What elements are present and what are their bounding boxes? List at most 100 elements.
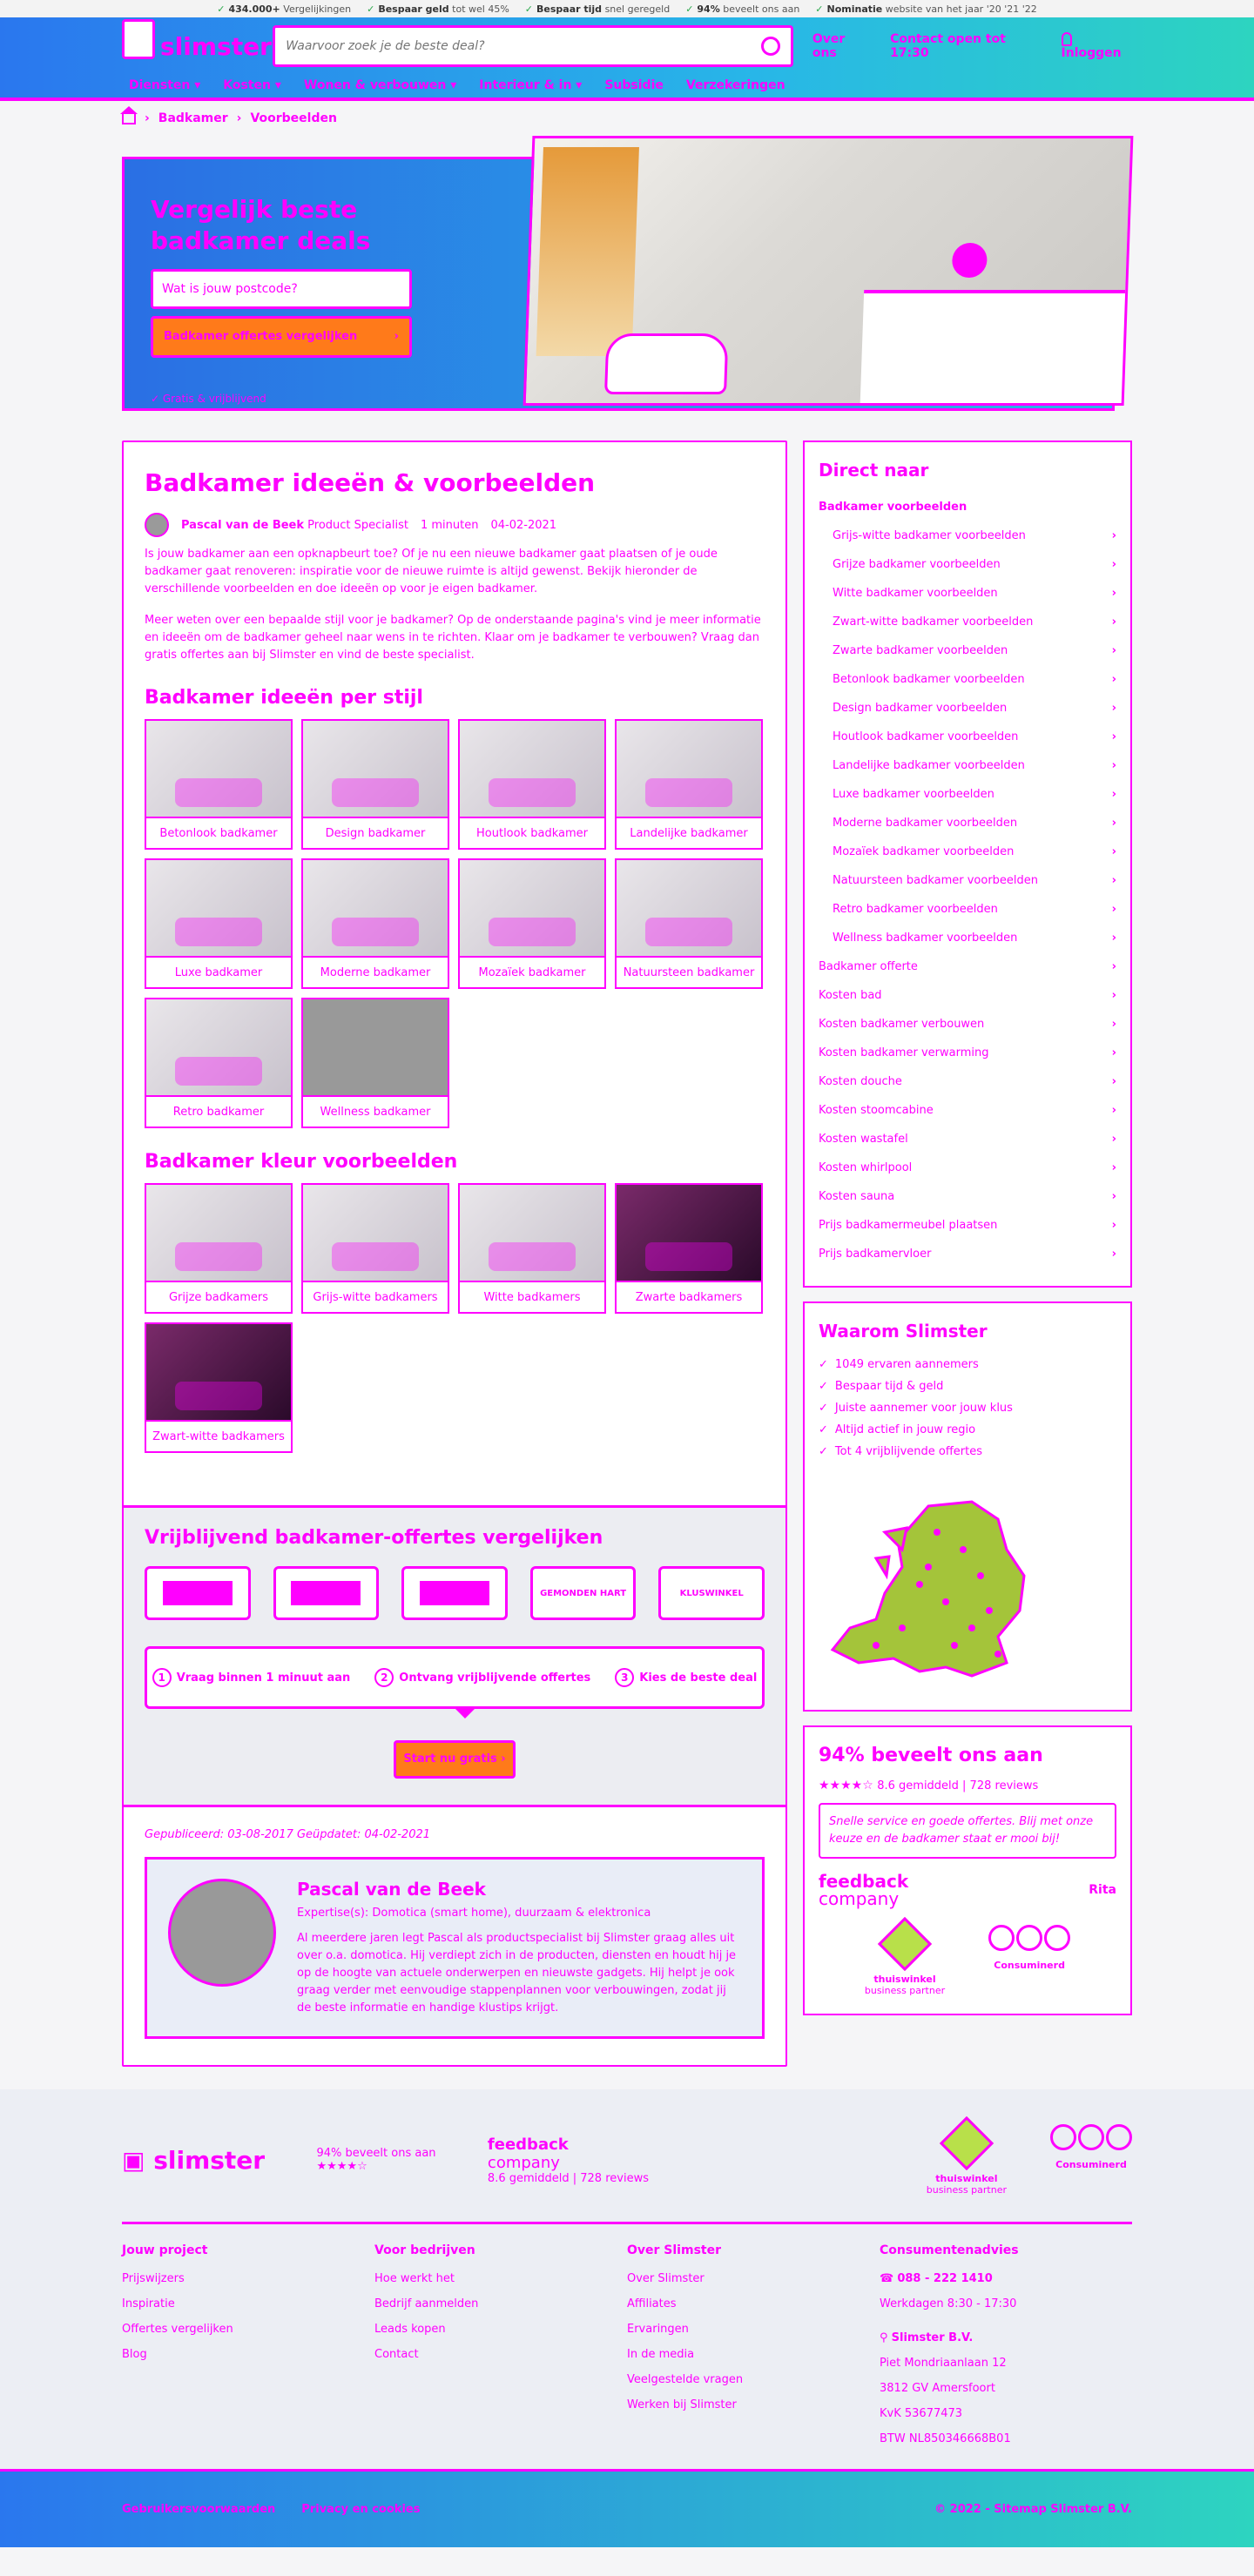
search-input[interactable] (286, 39, 761, 53)
footer-col-title: Jouw project (122, 2243, 208, 2257)
nav-wonen[interactable]: Wonen & verbouwen ▾ (304, 78, 456, 92)
consuminerd-badge[interactable]: Consuminerd (988, 1925, 1071, 1996)
login-link[interactable]: Inloggen (1061, 32, 1132, 60)
footer-link[interactable]: Offertes vergelijken (122, 2317, 374, 2342)
contact-link[interactable]: Contact open tot 17:30 (890, 32, 1042, 60)
sidebar-item[interactable]: Kosten bad › (819, 981, 1116, 1010)
sidebar-subitem[interactable]: Wellness badkamer voorbeelden › (819, 924, 1116, 952)
footer-link[interactable]: In de media (627, 2342, 880, 2367)
about-link[interactable]: Over ons (812, 32, 871, 60)
opening-hours: Werkdagen 8:30 - 17:30 (880, 2297, 1017, 2310)
sidebar-subitem[interactable]: Luxe badkamer voorbeelden › (819, 780, 1116, 809)
author-name[interactable]: Pascal van de Beek Product Specialist (181, 519, 408, 532)
sidebar-item[interactable]: Badkamer offerte › (819, 952, 1116, 981)
style-tile[interactable]: Betonlook badkamer (145, 719, 293, 850)
privacy-link[interactable]: Privacy en cookies (301, 2503, 420, 2516)
usp-item: ✓ 94% beveelt ons aan (685, 3, 800, 15)
style-tile[interactable]: Retro badkamer (145, 998, 293, 1128)
nav-subsidie[interactable]: Subsidie (604, 78, 664, 92)
sidebar-item[interactable]: Prijs badkamervloer › (819, 1240, 1116, 1268)
nav-verzekeringen[interactable]: Verzekeringen (686, 78, 785, 92)
footer-link[interactable]: Werken bij Slimster (627, 2392, 880, 2418)
sidebar-subitem[interactable]: Landelijke badkamer voorbeelden › (819, 751, 1116, 780)
footer-link[interactable]: Veelgestelde vragen (627, 2367, 880, 2392)
style-tile[interactable]: Luxe badkamer (145, 858, 293, 989)
color-tile[interactable]: Zwart-witte badkamers (145, 1322, 293, 1453)
color-tile[interactable]: Grijze badkamers (145, 1183, 293, 1314)
sidebar-item[interactable]: Kosten douche › (819, 1067, 1116, 1096)
sidebar-item[interactable]: Kosten stoomcabine › (819, 1096, 1116, 1125)
chevron-right-icon: › (394, 330, 399, 343)
sidebar-subitem[interactable]: Grijze badkamer voorbeelden › (819, 550, 1116, 579)
compare-offers-button[interactable]: Badkamer offertes vergelijken › (151, 316, 412, 358)
sidebar-subitem[interactable]: Witte badkamer voorbeelden › (819, 579, 1116, 608)
why-item: Bespaar tijd & geld (819, 1375, 1116, 1397)
postcode-field[interactable]: Wat is jouw postcode? (151, 269, 412, 309)
nav-kosten[interactable]: Kosten ▾ (223, 78, 281, 92)
sidebar-subitem[interactable]: Mozaïek badkamer voorbeelden › (819, 837, 1116, 866)
style-tile[interactable]: Mozaïek badkamer (458, 858, 606, 989)
thuiswinkel-badge[interactable]: thuiswinkel business partner (865, 1916, 945, 1996)
footer-link[interactable]: Affiliates (627, 2291, 880, 2317)
sidebar-item[interactable]: Kosten wastafel › (819, 1125, 1116, 1153)
logo[interactable]: slimster (122, 19, 273, 73)
color-tile[interactable]: Grijs-witte badkamers (301, 1183, 449, 1314)
style-tile[interactable]: Landelijke badkamer (615, 719, 763, 850)
footer-link[interactable]: Over Slimster (627, 2266, 880, 2291)
sidebar-item[interactable]: Prijs badkamermeubel plaatsen › (819, 1211, 1116, 1240)
consuminerd-badge[interactable]: Consuminerd (1050, 2124, 1132, 2196)
footer-link[interactable]: Prijswijzers (122, 2266, 374, 2291)
sidebar-item[interactable]: Kosten sauna › (819, 1182, 1116, 1211)
sidebar-subitem[interactable]: Houtlook badkamer voorbeelden › (819, 723, 1116, 751)
sidebar-item[interactable]: Kosten whirlpool › (819, 1153, 1116, 1182)
footer-link[interactable]: Blog (122, 2342, 374, 2367)
footer: ▣ slimster 94% beveelt ons aan ★★★★☆ fee… (0, 2089, 1254, 2469)
sidebar-item[interactable]: Kosten badkamer verbouwen › (819, 1010, 1116, 1039)
color-tile[interactable]: Zwarte badkamers (615, 1183, 763, 1314)
style-tile[interactable]: Natuursteen badkamer (615, 858, 763, 989)
sidebar-subitem[interactable]: Grijs-witte badkamer voorbeelden › (819, 521, 1116, 550)
terms-link[interactable]: Gebruikersvoorwaarden (122, 2503, 275, 2516)
search-icon[interactable] (760, 37, 780, 56)
footer-feedback-company[interactable]: feedback company 8.6 gemiddeld | 728 rev… (488, 2135, 649, 2185)
sidebar-subitem[interactable]: Zwart-witte badkamer voorbeelden › (819, 608, 1116, 636)
home-icon[interactable] (120, 106, 138, 124)
start-button[interactable]: Start nu gratis › (394, 1740, 516, 1779)
search-bar[interactable] (273, 25, 793, 67)
sidebar-subitem[interactable]: Design badkamer voorbeelden › (819, 694, 1116, 723)
color-tile[interactable]: Witte badkamers (458, 1183, 606, 1314)
thuiswinkel-badge[interactable]: thuiswinkel business partner (927, 2115, 1007, 2196)
footer-link[interactable]: Ervaringen (627, 2317, 880, 2342)
sidebar-subitem[interactable]: Natuursteen badkamer voorbeelden › (819, 866, 1116, 895)
footer-logo[interactable]: ▣ slimster (122, 2146, 265, 2175)
sidebar-item-voorbeelden[interactable]: Badkamer voorbeelden (819, 493, 1116, 521)
usp-strip: ✓ 434.000+ Vergelijkingen ✓ Bespaar geld t… (0, 0, 1254, 17)
footer-link[interactable]: Hoe werkt het (374, 2266, 627, 2291)
avatar (145, 513, 169, 537)
sidebar-subitem[interactable]: Retro badkamer voorbeelden › (819, 895, 1116, 924)
phone-icon: ☎ (880, 2272, 898, 2285)
style-tile[interactable]: Houtlook badkamer (458, 719, 606, 850)
footer-link[interactable]: Bedrijf aanmelden (374, 2291, 627, 2317)
stars-icon: ★★★★☆ (316, 2160, 367, 2173)
sidebar-subitem[interactable]: Moderne badkamer voorbeelden › (819, 809, 1116, 837)
sidebar-subitem[interactable]: Betonlook badkamer voorbeelden › (819, 665, 1116, 694)
author-avatar (168, 1879, 276, 1987)
sidebar-subitem[interactable]: Zwarte badkamer voorbeelden › (819, 636, 1116, 665)
style-tile[interactable]: Moderne badkamer (301, 858, 449, 989)
why-item: Altijd actief in jouw regio (819, 1419, 1116, 1441)
style-tile[interactable]: Design badkamer (301, 719, 449, 850)
breadcrumb-badkamer[interactable]: Badkamer (158, 111, 228, 125)
author-bio-text: Al meerdere jaren legt Pascal als produc… (297, 1932, 737, 2014)
sidebar-item[interactable]: Kosten badkamer verwarming › (819, 1039, 1116, 1067)
footer-link[interactable]: Inspiratie (122, 2291, 374, 2317)
footer-link[interactable]: Contact (374, 2342, 627, 2367)
style-tile[interactable]: Wellness badkamer (301, 998, 449, 1128)
nav-interieur[interactable]: Interieur & in ▾ (479, 78, 582, 92)
copyright: © 2022 - Sitemap Slimster B.V. (934, 2503, 1132, 2516)
footer-link[interactable]: Leads kopen (374, 2317, 627, 2342)
phone-link[interactable]: ☎ 088 - 222 1410 (880, 2266, 1132, 2291)
nav-diensten[interactable]: Diensten ▾ (129, 78, 200, 92)
feedback-company-logo[interactable]: feedback company (819, 1873, 908, 1907)
breadcrumb-voorbeelden[interactable]: Voorbeelden (250, 111, 337, 125)
